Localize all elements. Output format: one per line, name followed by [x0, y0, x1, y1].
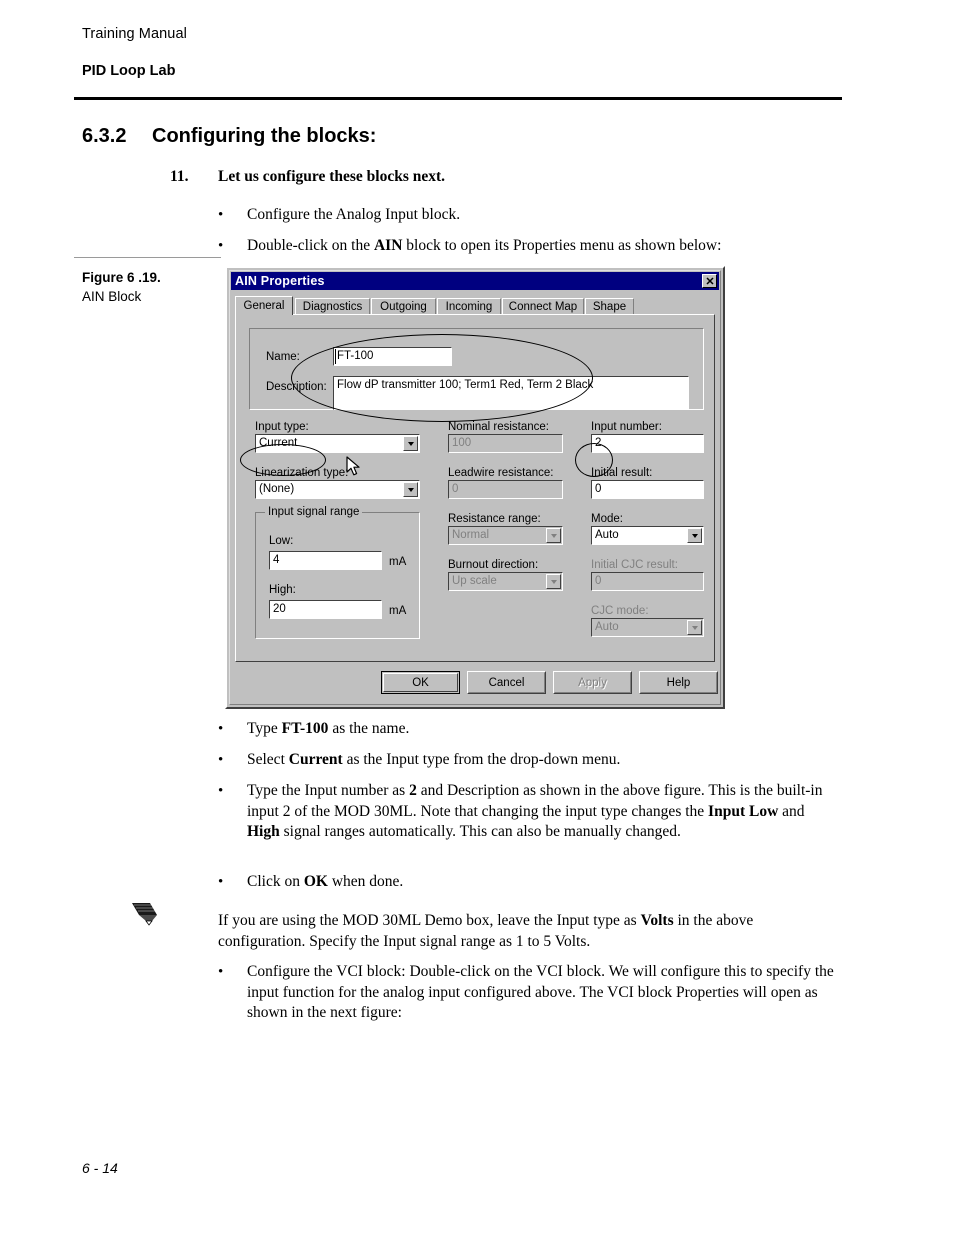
identity-group: Name: FT-100 Description: Flow dP transm…: [249, 328, 704, 410]
initial-result-field[interactable]: 0: [591, 480, 704, 499]
close-icon[interactable]: [702, 274, 717, 288]
mode-combo[interactable]: Auto: [591, 526, 704, 545]
nominal-resistance-label: Nominal resistance:: [448, 421, 549, 433]
section-number: 6.3.2: [82, 125, 127, 147]
initial-result-label: Initial result:: [591, 467, 653, 479]
cancel-button[interactable]: Cancel: [467, 671, 546, 694]
linearization-type-combo[interactable]: (None): [255, 480, 420, 499]
input-number-label: Input number:: [591, 421, 662, 433]
input-type-combo[interactable]: Current: [255, 434, 420, 453]
chevron-down-icon: [546, 528, 561, 543]
description-field[interactable]: Flow dP transmitter 100; Term1 Red, Term…: [333, 376, 689, 410]
burnout-direction-combo: Up scale: [448, 572, 563, 591]
bullet-glyph: •: [218, 207, 224, 223]
page-number: 6 - 14: [82, 1160, 118, 1176]
chevron-down-icon[interactable]: [687, 528, 702, 543]
chevron-down-icon[interactable]: [403, 436, 418, 451]
high-label: High:: [269, 584, 296, 596]
input-signal-range-group: Input signal range Low: 4 mA High: 20 mA: [255, 506, 420, 639]
list-item: • Click on OK when done.: [218, 872, 838, 893]
figure-label: Figure 6 .19.: [82, 270, 161, 285]
list-item: • Configure the VCI block: Double-click …: [218, 962, 838, 1024]
leadwire-resistance-field: 0: [448, 480, 563, 499]
tab-general[interactable]: General: [235, 296, 293, 315]
bullet-glyph: •: [218, 721, 224, 737]
pencil-icon: [132, 903, 157, 926]
burnout-direction-label: Burnout direction:: [448, 559, 539, 571]
general-tab-panel: Name: FT-100 Description: Flow dP transm…: [235, 314, 715, 662]
dialog-title: AIN Properties: [235, 274, 325, 288]
chevron-down-icon: [687, 620, 702, 635]
chevron-down-icon[interactable]: [403, 482, 418, 497]
list-item-label: Type the Input number as 2 and Descripti…: [247, 782, 823, 840]
nominal-resistance-field: 100: [448, 434, 563, 453]
list-item: • Select Current as the Input type from …: [218, 750, 838, 771]
name-field[interactable]: FT-100: [333, 347, 452, 366]
note-text: If you are using the MOD 30ML Demo box, …: [218, 912, 754, 950]
tab-connect-map[interactable]: Connect Map: [502, 298, 584, 315]
cjc-mode-combo: Auto: [591, 618, 704, 637]
cjc-mode-value: Auto: [595, 621, 619, 633]
bullet-glyph: •: [218, 238, 224, 254]
dialog-titlebar[interactable]: AIN Properties: [231, 272, 719, 290]
initial-cjc-result-field: 0: [591, 572, 704, 591]
chevron-down-icon: [546, 574, 561, 589]
list-item-label: Configure the VCI block: Double-click on…: [247, 963, 834, 1021]
list-item-label: Click on OK when done.: [247, 873, 404, 890]
bullet-glyph: •: [218, 783, 224, 799]
list-item-label: Configure the Analog Input block.: [247, 206, 461, 223]
low-label: Low:: [269, 535, 294, 547]
description-label: Description:: [266, 381, 327, 393]
list-item: • Double-click on the AIN block to open …: [218, 236, 838, 257]
tab-outgoing[interactable]: Outgoing: [371, 298, 436, 315]
name-label: Name:: [266, 351, 300, 363]
list-item: • Configure the Analog Input block.: [218, 205, 818, 226]
leadwire-resistance-label: Leadwire resistance:: [448, 467, 554, 479]
tab-diagnostics[interactable]: Diagnostics: [295, 298, 370, 315]
running-header: Training Manual: [82, 26, 187, 42]
linearization-type-label: Linearization type:: [255, 467, 349, 479]
burnout-direction-value: Up scale: [452, 575, 497, 587]
high-field[interactable]: 20: [269, 600, 382, 619]
apply-button: Apply: [553, 671, 632, 694]
text-caret: [335, 349, 336, 364]
page-title: Configuring the blocks:: [152, 125, 377, 147]
figure-caption-divider: [74, 257, 221, 258]
list-item-label: Double-click on the AIN block to open it…: [247, 237, 722, 254]
input-signal-range-label: Input signal range: [265, 506, 363, 518]
resistance-range-value: Normal: [452, 529, 490, 541]
dialog-tabs: General Diagnostics Outgoing Incoming Co…: [235, 296, 715, 315]
resistance-range-label: Resistance range:: [448, 513, 541, 525]
header-divider: [74, 97, 842, 100]
resistance-range-combo: Normal: [448, 526, 563, 545]
ok-button[interactable]: OK: [381, 671, 460, 694]
tab-incoming[interactable]: Incoming: [437, 298, 501, 315]
figure-caption: AIN Block: [82, 289, 142, 304]
mode-value: Auto: [595, 529, 619, 541]
help-button[interactable]: Help: [639, 671, 718, 694]
list-item-number: 11.: [170, 168, 189, 185]
list-item-label: Type FT-100 as the name.: [247, 720, 410, 737]
input-type-label: Input type:: [255, 421, 309, 433]
high-units: mA: [389, 605, 407, 617]
input-type-value: Current: [259, 437, 298, 449]
initial-cjc-result-label: Initial CJC result:: [591, 559, 678, 571]
mode-label: Mode:: [591, 513, 623, 525]
low-units: mA: [389, 556, 407, 568]
low-field[interactable]: 4: [269, 551, 382, 570]
chapter-header: PID Loop Lab: [82, 63, 176, 79]
list-item: • Type FT-100 as the name.: [218, 719, 818, 740]
list-item-label: Select Current as the Input type from th…: [247, 751, 621, 768]
input-number-field[interactable]: 2: [591, 434, 704, 453]
linearization-type-value: (None): [259, 483, 295, 495]
bullet-glyph: •: [218, 964, 224, 980]
bullet-glyph: •: [218, 874, 224, 890]
cjc-mode-label: CJC mode:: [591, 605, 649, 617]
bullet-glyph: •: [218, 752, 224, 768]
ain-properties-dialog: AIN Properties General Diagnostics Outgo…: [225, 266, 725, 709]
list-item-text: Let us configure these blocks next.: [218, 168, 446, 185]
list-item: • Type the Input number as 2 and Descrip…: [218, 781, 838, 843]
tab-shape[interactable]: Shape: [585, 298, 634, 315]
